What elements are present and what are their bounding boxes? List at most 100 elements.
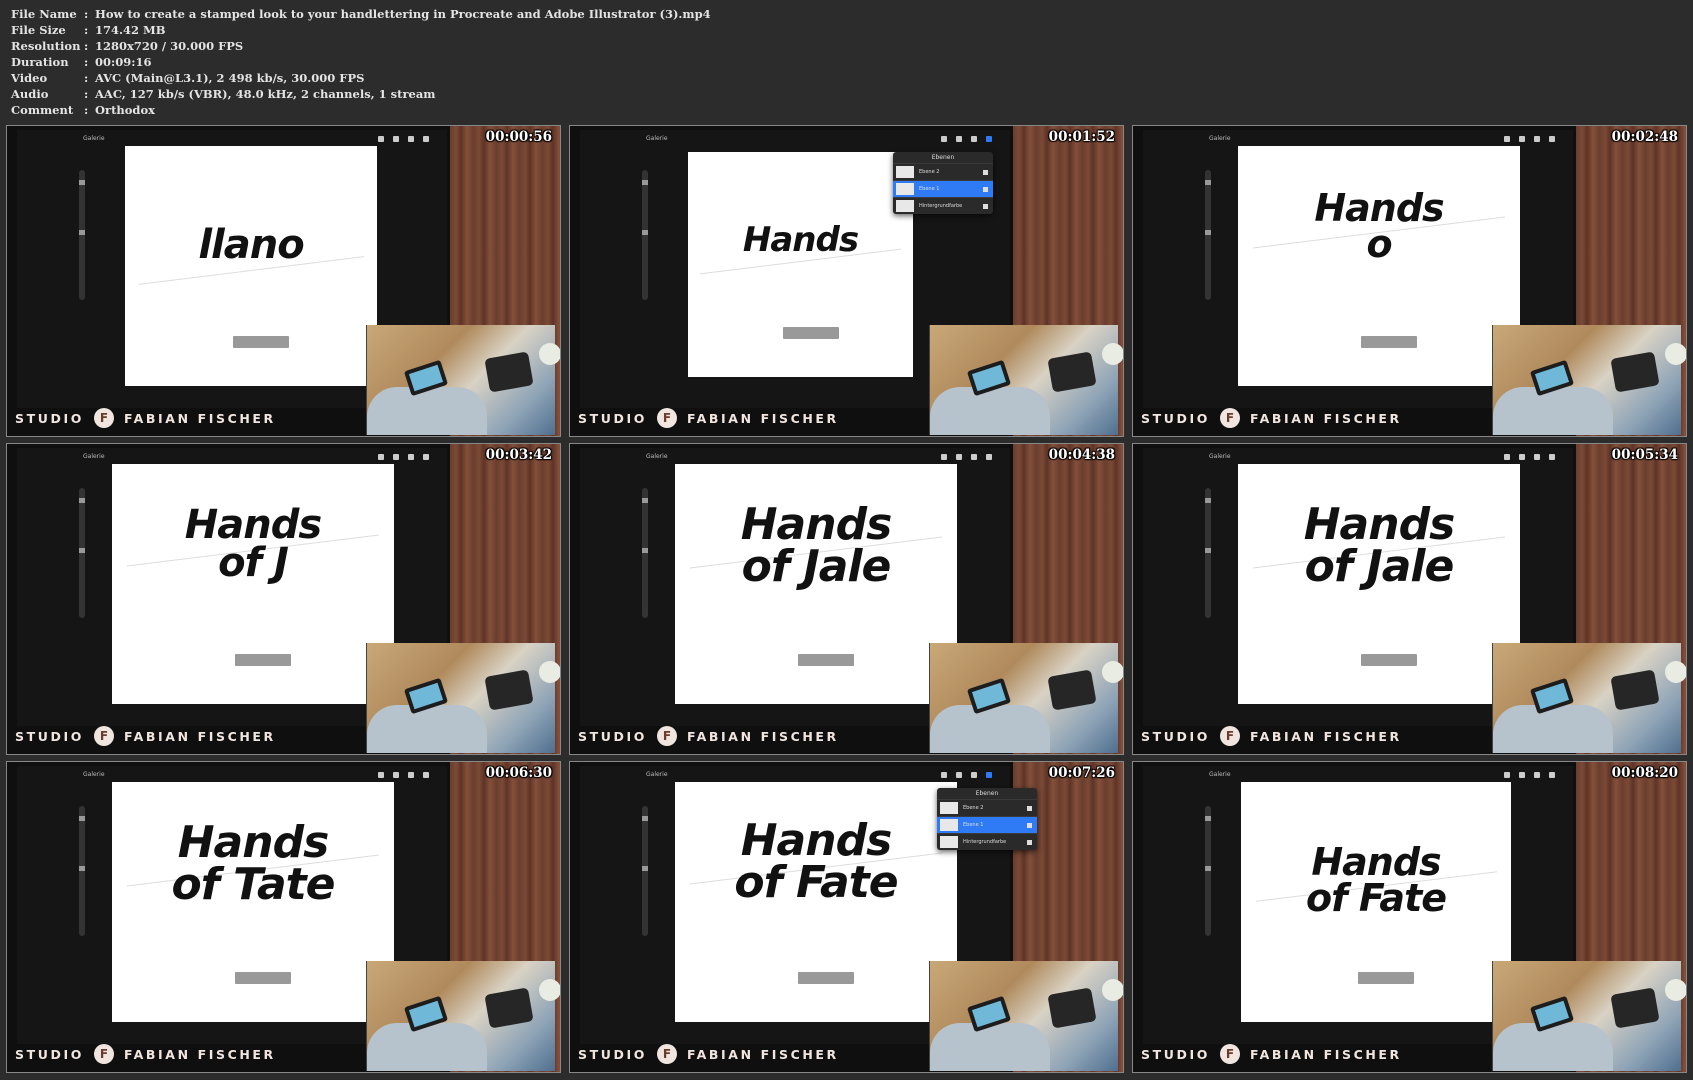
lettering-text: Hands of Fate: [734, 815, 898, 908]
studio-label: STUDIO: [578, 410, 647, 426]
thumbnail-timestamp: 00:08:20: [1611, 765, 1678, 781]
file-info-row: Comment: Orthodox: [11, 103, 155, 117]
quickmenu-bar: [798, 972, 854, 984]
drawing-canvas: Hands of Jale: [1238, 464, 1520, 704]
fabian-fischer-logo-icon: F: [656, 1044, 677, 1064]
video-thumbnail[interactable]: Galerie Hands of J STUDIO F FABIAN FISCH…: [6, 443, 561, 755]
fabian-fischer-logo-icon: F: [93, 726, 114, 746]
webcam-inset: [929, 325, 1123, 435]
gallery-link: Galerie: [646, 771, 668, 778]
webcam-inset: [1492, 961, 1686, 1071]
studio-label: STUDIO: [578, 1046, 647, 1062]
video-thumbnail[interactable]: Galerie Hands of Jale STUDIO F FABIAN FI…: [1132, 443, 1687, 755]
layer-row: Ebene 1: [937, 816, 1037, 833]
layers-icon: [1549, 454, 1555, 460]
eraser-icon: [408, 454, 414, 460]
brush-size-slider: [79, 806, 85, 936]
brand-name: FABIAN FISCHER: [686, 410, 839, 426]
video-thumbnail[interactable]: Galerie Hands of Fate STUDIO F FABIAN FI…: [1132, 761, 1687, 1073]
file-info-row: File Size:174.42 MB: [11, 23, 166, 37]
mug-shape: [539, 343, 560, 365]
mug-shape: [539, 661, 560, 683]
arm-shape: [930, 387, 1050, 435]
layers-icon: [986, 772, 992, 778]
smudge-icon: [956, 454, 962, 460]
video-thumbnail[interactable]: Galerie Hands of Tate STUDIO F FABIAN FI…: [6, 761, 561, 1073]
smudge-icon: [1519, 772, 1525, 778]
smudge-icon: [1519, 136, 1525, 142]
smudge-icon: [393, 772, 399, 778]
smudge-icon: [956, 772, 962, 778]
mousepad-shape: [1610, 669, 1660, 711]
tool-icons: [1504, 136, 1555, 142]
brand-name: FABIAN FISCHER: [123, 728, 276, 744]
gallery-link: Galerie: [1209, 135, 1231, 142]
brand-name: FABIAN FISCHER: [1249, 728, 1402, 744]
layers-icon: [1549, 772, 1555, 778]
studio-label: STUDIO: [1141, 728, 1210, 744]
brush-size-slider: [79, 170, 85, 300]
layer-row: Hintergrundfarbe: [893, 197, 993, 214]
layers-panel: Ebenen Ebene 2 Ebene 1 Hintergrundfarbe: [937, 788, 1037, 850]
quickmenu-bar: [1358, 972, 1414, 984]
webcam-inset: [929, 961, 1123, 1071]
eraser-icon: [1534, 136, 1540, 142]
brush-icon: [1504, 136, 1510, 142]
mousepad-shape: [1047, 987, 1097, 1029]
brand-name: FABIAN FISCHER: [686, 728, 839, 744]
thumbnail-timestamp: 00:00:56: [485, 129, 552, 145]
mousepad-shape: [484, 351, 534, 393]
layers-panel-title: Ebenen: [975, 790, 999, 797]
studio-label: STUDIO: [15, 410, 84, 426]
tool-icons: [378, 454, 429, 460]
mousepad-shape: [484, 669, 534, 711]
gallery-link: Galerie: [83, 771, 105, 778]
studio-branding: STUDIO F FABIAN FISCHER: [15, 1044, 276, 1064]
tool-icons: [941, 136, 992, 142]
drawing-canvas: Hands of Tate: [112, 782, 394, 1022]
procreate-toolbar: Galerie: [77, 768, 437, 782]
studio-branding: STUDIO F FABIAN FISCHER: [578, 1044, 839, 1064]
quickmenu-bar: [235, 972, 291, 984]
studio-label: STUDIO: [15, 728, 84, 744]
brush-size-slider: [642, 488, 648, 618]
video-thumbnail[interactable]: Galerie Hands Ebenen Ebene 2 Ebene 1 Hin…: [569, 125, 1124, 437]
layers-icon: [986, 136, 992, 142]
arm-shape: [930, 705, 1050, 753]
arm-shape: [367, 387, 487, 435]
procreate-toolbar: Galerie: [77, 450, 437, 464]
brush-icon: [941, 136, 947, 142]
mug-shape: [1102, 979, 1123, 1001]
gallery-link: Galerie: [1209, 453, 1231, 460]
tool-icons: [378, 136, 429, 142]
studio-branding: STUDIO F FABIAN FISCHER: [1141, 408, 1402, 428]
video-thumbnail[interactable]: Galerie Hands of Jale STUDIO F FABIAN FI…: [569, 443, 1124, 755]
video-thumbnail[interactable]: Galerie Hands of Fate Ebenen Ebene 2 Ebe…: [569, 761, 1124, 1073]
drawing-canvas: llano: [125, 146, 377, 386]
tool-icons: [941, 454, 992, 460]
layers-icon: [986, 454, 992, 460]
video-thumbnail[interactable]: Galerie llano STUDIO F FABIAN FISCHER 00…: [6, 125, 561, 437]
layers-panel-title: Ebenen: [931, 154, 955, 161]
smudge-icon: [393, 454, 399, 460]
arm-shape: [1493, 705, 1613, 753]
mousepad-shape: [1610, 987, 1660, 1029]
procreate-toolbar: Galerie: [77, 132, 437, 146]
quickmenu-bar: [1361, 336, 1417, 348]
brush-icon: [378, 772, 384, 778]
eraser-icon: [971, 772, 977, 778]
lettering-text: llano: [198, 222, 304, 268]
mousepad-shape: [1047, 669, 1097, 711]
mug-shape: [1665, 661, 1686, 683]
video-thumbnail[interactable]: Galerie Hands o STUDIO F FABIAN FISCHER …: [1132, 125, 1687, 437]
thumbnail-timestamp: 00:06:30: [485, 765, 552, 781]
fabian-fischer-logo-icon: F: [93, 408, 114, 428]
brush-size-slider: [642, 170, 648, 300]
layer-row: Ebene 1: [893, 180, 993, 197]
fabian-fischer-logo-icon: F: [93, 1044, 114, 1064]
gallery-link: Galerie: [1209, 771, 1231, 778]
layers-icon: [423, 454, 429, 460]
studio-branding: STUDIO F FABIAN FISCHER: [578, 726, 839, 746]
drawing-canvas: Hands of Fate: [1241, 782, 1511, 1022]
brush-size-slider: [1205, 170, 1211, 300]
